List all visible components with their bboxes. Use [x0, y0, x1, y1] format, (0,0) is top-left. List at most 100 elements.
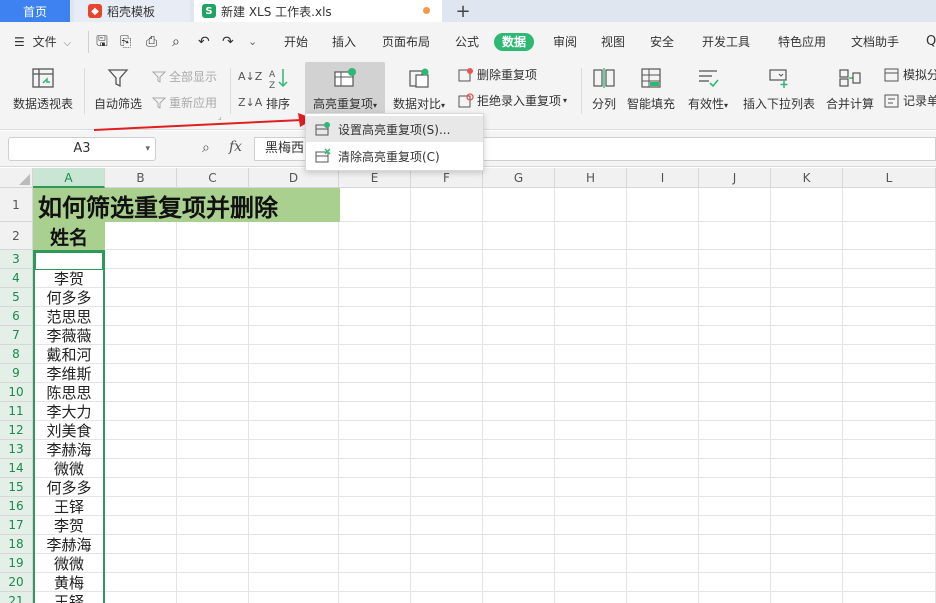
- menu-view[interactable]: 视图: [601, 33, 625, 51]
- simulate-analysis-button[interactable]: 模拟分: [884, 66, 936, 84]
- sort-button[interactable]: A Z 排序: [262, 62, 294, 118]
- pivot-table-button[interactable]: 数据透视表: [10, 62, 76, 118]
- row-header-18[interactable]: 18: [0, 535, 33, 554]
- search-icon[interactable]: Q: [926, 33, 936, 51]
- name-cell[interactable]: 微微: [33, 459, 105, 478]
- column-header-b[interactable]: B: [105, 168, 177, 188]
- row-header-17[interactable]: 17: [0, 516, 33, 535]
- row-header-5[interactable]: 5: [0, 288, 33, 307]
- name-cell[interactable]: 李赫海: [33, 440, 105, 459]
- print-preview-icon[interactable]: ⌕: [172, 33, 180, 51]
- header-cell[interactable]: 姓名: [33, 222, 105, 250]
- reapply-button[interactable]: 重新应用: [152, 94, 217, 112]
- name-cell[interactable]: 李维斯: [33, 364, 105, 383]
- menu-insert[interactable]: 插入: [332, 33, 356, 51]
- data-compare-button[interactable]: 数据对比▾: [389, 62, 449, 118]
- export-icon[interactable]: ⎘: [120, 33, 131, 51]
- row-header-9[interactable]: 9: [0, 364, 33, 383]
- name-cell[interactable]: 王铎: [33, 592, 105, 603]
- row-header-14[interactable]: 14: [0, 459, 33, 478]
- menu-page-layout[interactable]: 页面布局: [382, 33, 430, 51]
- tab-home[interactable]: 首页: [0, 0, 70, 22]
- tab-templates[interactable]: ◆ 稻壳模板: [74, 0, 190, 22]
- save-icon[interactable]: 🖫: [96, 33, 108, 51]
- undo-icon[interactable]: ↶: [198, 33, 210, 51]
- auto-filter-button[interactable]: 自动筛选: [92, 62, 144, 118]
- name-cell[interactable]: 何多多: [33, 288, 105, 307]
- row-header-13[interactable]: 13: [0, 440, 33, 459]
- name-box[interactable]: A3 ▾: [8, 137, 156, 161]
- column-header-d[interactable]: D: [249, 168, 339, 188]
- row-header-1[interactable]: 1: [0, 188, 33, 222]
- fx-icon[interactable]: fx: [229, 139, 242, 155]
- zoom-search-icon[interactable]: ⌕: [202, 140, 210, 156]
- column-header-j[interactable]: J: [699, 168, 771, 188]
- name-cell[interactable]: 戴和河: [33, 345, 105, 364]
- row-header-16[interactable]: 16: [0, 497, 33, 516]
- title-cell[interactable]: 如何筛选重复项并删除: [33, 188, 340, 222]
- column-header-e[interactable]: E: [339, 168, 411, 188]
- highlight-duplicates-button[interactable]: 高亮重复项▾: [305, 62, 385, 118]
- set-highlight-duplicates-item[interactable]: 设置高亮重复项(S)...: [306, 116, 483, 142]
- menu-review[interactable]: 审阅: [553, 33, 577, 51]
- row-header-7[interactable]: 7: [0, 326, 33, 345]
- column-header-c[interactable]: C: [177, 168, 249, 188]
- record-form-button[interactable]: 记录单: [884, 92, 936, 110]
- row-header-6[interactable]: 6: [0, 307, 33, 326]
- menu-formula[interactable]: 公式: [455, 33, 479, 51]
- menu-features[interactable]: 特色应用: [778, 33, 826, 51]
- sort-ascending-icon[interactable]: A↓Z: [238, 68, 262, 86]
- more-chevron-icon[interactable]: ⌄: [248, 33, 257, 51]
- column-header-i[interactable]: I: [627, 168, 699, 188]
- row-header-11[interactable]: 11: [0, 402, 33, 421]
- menu-start[interactable]: 开始: [284, 33, 308, 51]
- tab-document[interactable]: S 新建 XLS 工作表.xls: [194, 0, 442, 22]
- reject-duplicates-button[interactable]: 拒绝录入重复项 ▾: [458, 92, 567, 110]
- row-header-12[interactable]: 12: [0, 421, 33, 440]
- menu-data[interactable]: 数据: [494, 33, 535, 51]
- row-header-19[interactable]: 19: [0, 554, 33, 573]
- column-header-g[interactable]: G: [483, 168, 555, 188]
- new-tab-button[interactable]: +: [452, 0, 474, 22]
- show-all-button[interactable]: 全部显示: [152, 68, 217, 86]
- redo-icon[interactable]: ↷: [222, 33, 234, 51]
- smart-fill-button[interactable]: 智能填充: [625, 62, 677, 118]
- name-cell[interactable]: 李贺: [33, 516, 105, 535]
- row-header-8[interactable]: 8: [0, 345, 33, 364]
- name-cell[interactable]: 黑梅西: [33, 250, 105, 269]
- select-all-corner[interactable]: [0, 168, 33, 188]
- column-header-f[interactable]: F: [411, 168, 483, 188]
- insert-dropdown-list-button[interactable]: 插入下拉列表: [741, 62, 817, 118]
- column-header-h[interactable]: H: [555, 168, 627, 188]
- name-cell[interactable]: 黄梅: [33, 573, 105, 592]
- name-cell[interactable]: 陈思思: [33, 383, 105, 402]
- row-header-20[interactable]: 20: [0, 573, 33, 592]
- split-column-button[interactable]: 分列: [588, 62, 620, 118]
- name-cell[interactable]: 何多多: [33, 478, 105, 497]
- column-header-l[interactable]: L: [843, 168, 936, 188]
- name-cell[interactable]: 李薇薇: [33, 326, 105, 345]
- name-cell[interactable]: 范思思: [33, 307, 105, 326]
- clear-highlight-duplicates-item[interactable]: 清除高亮重复项(C): [306, 143, 483, 169]
- sort-descending-icon[interactable]: Z↓A: [238, 94, 262, 112]
- spreadsheet-grid[interactable]: ABCDEFGHIJKL 1 2 3 4 5 6 7 8 9 10 11 12 13 14 15 16 17 18…: [0, 168, 936, 603]
- delete-duplicates-button[interactable]: 删除重复项: [458, 66, 537, 84]
- row-header-2[interactable]: 2: [0, 222, 33, 250]
- column-header-k[interactable]: K: [771, 168, 843, 188]
- row-header-15[interactable]: 15: [0, 478, 33, 497]
- validity-button[interactable]: 有效性▾: [683, 62, 733, 118]
- menu-security[interactable]: 安全: [650, 33, 674, 51]
- column-header-a[interactable]: A: [33, 168, 105, 188]
- menu-developer[interactable]: 开发工具: [702, 33, 750, 51]
- row-header-10[interactable]: 10: [0, 383, 33, 402]
- name-cell[interactable]: 微微: [33, 554, 105, 573]
- row-header-4[interactable]: 4: [0, 269, 33, 288]
- name-cell[interactable]: 李贺: [33, 269, 105, 288]
- row-header-21[interactable]: 21: [0, 592, 33, 603]
- name-cell[interactable]: 李赫海: [33, 535, 105, 554]
- print-icon[interactable]: ⎙: [146, 33, 157, 51]
- name-cell[interactable]: 刘美食: [33, 421, 105, 440]
- consolidate-button[interactable]: 合并计算: [824, 62, 876, 118]
- name-cell[interactable]: 王铎: [33, 497, 105, 516]
- file-menu[interactable]: ☰ 文件 ⌵: [14, 33, 71, 51]
